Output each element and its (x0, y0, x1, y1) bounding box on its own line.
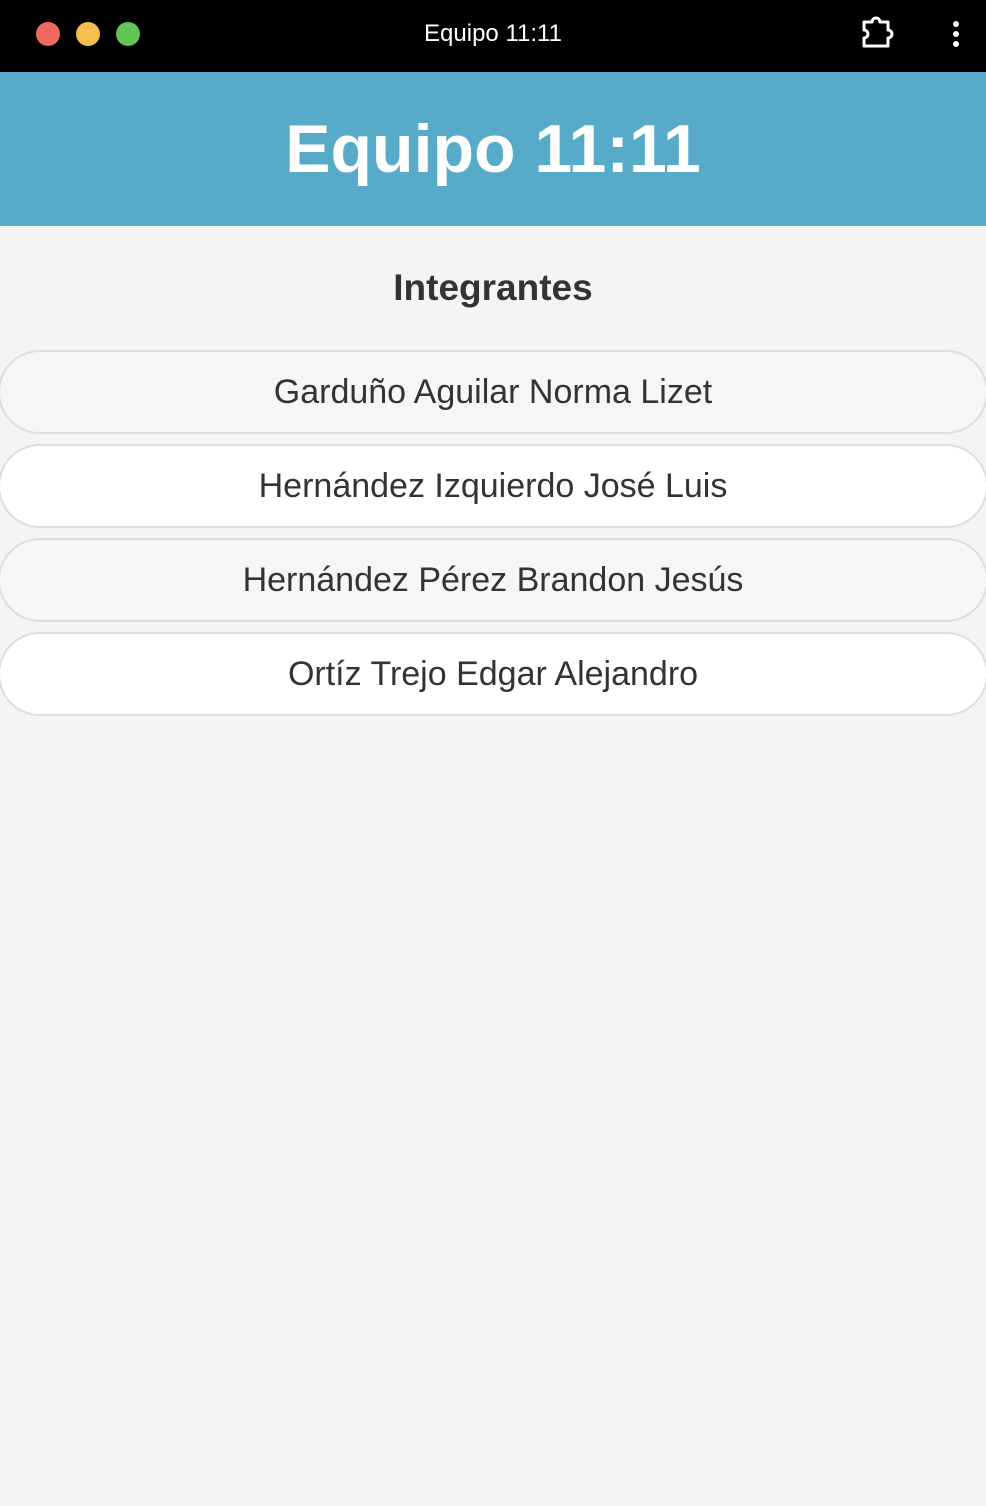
member-item[interactable]: Hernández Izquierdo José Luis (0, 444, 986, 528)
member-item[interactable]: Hernández Pérez Brandon Jesús (0, 538, 986, 622)
members-heading: Integrantes (393, 267, 593, 308)
members-list: Garduño Aguilar Norma Lizet Hernández Iz… (0, 350, 986, 726)
page-header: Equipo 11:11 (0, 72, 986, 226)
member-item[interactable]: Garduño Aguilar Norma Lizet (0, 350, 986, 434)
member-item[interactable]: Ortíz Trejo Edgar Alejandro (0, 632, 986, 716)
extension-icon[interactable] (858, 16, 896, 52)
page-title: Equipo 11:11 (285, 111, 701, 187)
window-titlebar: Equipo 11:11 (0, 0, 986, 72)
window-title: Equipo 11:11 (424, 20, 562, 47)
more-vertical-icon[interactable] (944, 16, 968, 52)
